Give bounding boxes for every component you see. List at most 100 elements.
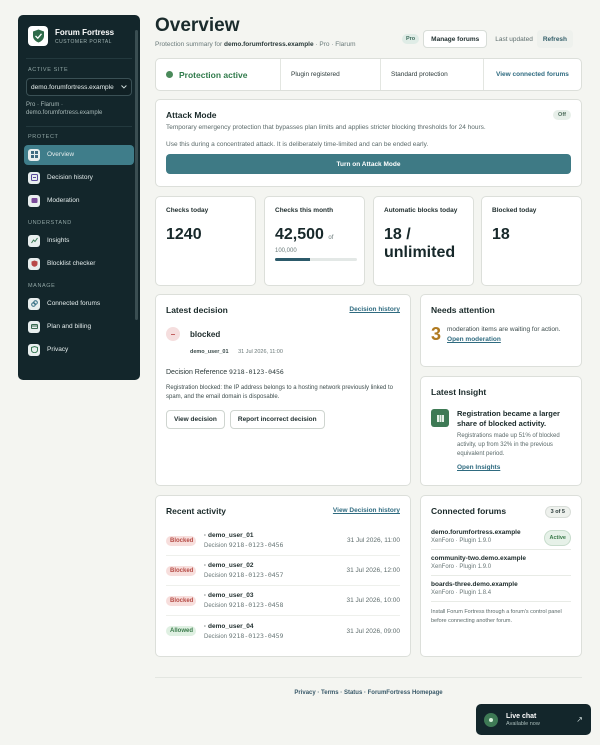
last-updated-label: Last updated	[495, 35, 533, 43]
decision-id: 9218-0123-0457	[228, 571, 284, 579]
subtitle-prefix: Protection summary for	[155, 41, 223, 48]
view-decision-button[interactable]: View decision	[166, 410, 225, 429]
table-row[interactable]: Blocked · demo_user_03 Decision 9218-012…	[166, 586, 400, 616]
attack-mode-description: Temporary emergency protection that bypa…	[166, 124, 486, 131]
stat-label: Blocked today	[492, 207, 537, 214]
status-dot-icon	[166, 71, 173, 78]
report-incorrect-decision-button[interactable]: Report incorrect decision	[229, 410, 325, 429]
view-decision-history-link[interactable]: View Decision history	[333, 507, 400, 514]
decision-reference-label: Decision Reference	[166, 369, 228, 376]
shield-logo-icon	[28, 26, 48, 46]
protection-level: Standard protection	[381, 59, 484, 90]
blocklist-icon	[28, 257, 40, 270]
activity-decision: Decision 9218-0123-0457	[204, 571, 283, 579]
table-row[interactable]: Allowed · demo_user_04 Decision 9218-012…	[166, 616, 400, 646]
usage-progress-fill	[275, 258, 310, 262]
protection-status-text: Protection active	[179, 69, 248, 80]
manage-forums-button[interactable]: Manage forums	[423, 30, 488, 48]
open-insights-link[interactable]: Open Insights	[457, 464, 571, 471]
sidebar-item-moderation[interactable]: Moderation	[24, 191, 134, 211]
activity-user-name: demo_user_02	[207, 562, 254, 569]
stat-value: 1240	[166, 226, 202, 243]
sidebar: Forum Fortress CUSTOMER PORTAL ACTIVE SI…	[18, 15, 140, 380]
activity-user-name: demo_user_01	[207, 532, 254, 539]
stat-label: Checks today	[166, 207, 209, 214]
insight-headline: Registration became a larger share of bl…	[457, 409, 560, 428]
sidebar-item-privacy[interactable]: Privacy	[24, 340, 134, 360]
view-connected-forums-link[interactable]: View connected forums	[484, 59, 581, 90]
sidebar-item-overview[interactable]: Overview	[24, 144, 134, 165]
forums-list: demo.forumfortress.example XenForo · Plu…	[431, 524, 571, 602]
refresh-button[interactable]: Refresh	[536, 30, 574, 48]
site-select-value: demo.forumfortress.example	[31, 83, 114, 91]
chevron-down-icon	[121, 85, 127, 89]
activity-user-name: demo_user_04	[207, 622, 254, 630]
forums-install-note: Install Forum Fortress through a forum's…	[431, 609, 562, 624]
section-label-manage: MANAGE	[28, 282, 56, 289]
history-icon	[28, 171, 40, 184]
sidebar-item-label: Moderation	[47, 197, 80, 205]
site-select[interactable]: demo.forumfortress.example	[26, 78, 132, 96]
sidebar-item-connected-forums[interactable]: Connected forums	[24, 294, 134, 314]
sidebar-item-label: Plan and billing	[47, 323, 92, 331]
activity-date: 31 Jul 2026, 10:00	[346, 597, 401, 604]
status-badge: Allowed	[166, 626, 196, 636]
decision-reference: Decision Reference 9218-0123-0456	[166, 368, 400, 376]
chat-status-icon	[484, 712, 498, 727]
table-row[interactable]: Blocked · demo_user_02 Decision 9218-012…	[166, 556, 400, 586]
live-chat-widget[interactable]: Live chat Available now ↗	[476, 704, 591, 735]
insight-chart-icon	[431, 409, 449, 427]
recent-activity-card: Recent activity View Decision history Bl…	[155, 495, 411, 657]
page-title: Overview	[155, 15, 240, 36]
latest-insight-title: Latest Insight	[431, 387, 487, 397]
activity-decision: Decision 9218-0123-0458	[204, 601, 283, 609]
sidebar-item-insights[interactable]: Insights	[24, 231, 134, 251]
blocked-icon: –	[166, 327, 180, 341]
live-chat-status: Available now	[506, 720, 540, 727]
decision-explanation: Registration blocked: the IP address bel…	[166, 385, 394, 400]
subtitle-site: demo.forumfortress.example	[224, 41, 314, 48]
activity-user: · demo_user_02	[204, 562, 254, 569]
footer-links[interactable]: Privacy · Terms · Status · ForumFortress…	[155, 690, 582, 696]
stat-checks-month: Checks this month 42,500 of 100,000	[264, 196, 365, 286]
sidebar-item-plan-billing[interactable]: Plan and billing	[24, 317, 134, 337]
activity-user: · demo_user_03	[204, 592, 254, 599]
subtitle-suffix: · Pro · Flarum	[315, 41, 356, 48]
decision-date: 31 Jul 2026, 11:00	[238, 349, 283, 355]
list-item[interactable]: community-two.demo.example XenForo · Plu…	[431, 550, 571, 576]
sidebar-item-blocklist-checker[interactable]: Blocklist checker	[24, 254, 134, 274]
decision-id: 9218-0123-0458	[228, 601, 284, 609]
sidebar-scrollbar[interactable]	[135, 30, 138, 320]
page-subtitle: Protection summary for demo.forumfortres…	[155, 41, 356, 48]
stat-checks-today: Checks today 1240	[155, 196, 256, 286]
site-meta-domain: demo.forumfortress.example	[26, 110, 103, 117]
forum-version: XenForo · Plugin 1.8.4	[431, 590, 492, 596]
list-item[interactable]: boards-three.demo.example XenForo · Plug…	[431, 576, 571, 602]
decision-history-link[interactable]: Decision history	[349, 306, 400, 313]
stat-value: 18	[492, 226, 510, 243]
attack-mode-note: Use this during a concentrated attack. I…	[166, 141, 429, 148]
stat-blocked-today: Blocked today 18	[481, 196, 582, 286]
activity-date: 31 Jul 2026, 11:00	[346, 537, 400, 544]
activity-decision: Decision 9218-0123-0459	[204, 632, 283, 640]
list-item[interactable]: demo.forumfortress.example XenForo · Plu…	[431, 524, 571, 550]
status-badge: Blocked	[166, 565, 196, 576]
site-meta: Pro · Flarum · demo.forumfortress.exampl…	[18, 96, 140, 118]
active-badge: Active	[544, 530, 571, 546]
sidebar-item-label: Insights	[47, 237, 70, 245]
activity-date: 31 Jul 2026, 12:00	[346, 567, 401, 574]
stat-label: Checks this month	[275, 207, 334, 214]
live-chat-title: Live chat	[506, 712, 537, 720]
activity-list: Blocked · demo_user_01 Decision 9218-012…	[166, 526, 400, 646]
activity-user-name: demo_user_03	[207, 592, 254, 599]
turn-on-attack-mode-button[interactable]: Turn on Attack Mode	[166, 154, 571, 174]
brand-name: Forum Fortress	[55, 27, 115, 37]
needs-attention-title: Needs attention	[431, 305, 495, 315]
table-row[interactable]: Blocked · demo_user_01 Decision 9218-012…	[166, 526, 400, 556]
privacy-icon	[28, 343, 40, 356]
stat-automatic-blocks: Automatic blocks today 18 / unlimited	[373, 196, 474, 286]
sidebar-item-decision-history[interactable]: Decision history	[24, 168, 134, 188]
decision-id: 9218-0123-0459	[228, 631, 284, 640]
open-moderation-link[interactable]: Open moderation	[447, 336, 560, 343]
decision-label: Decision	[204, 633, 228, 640]
